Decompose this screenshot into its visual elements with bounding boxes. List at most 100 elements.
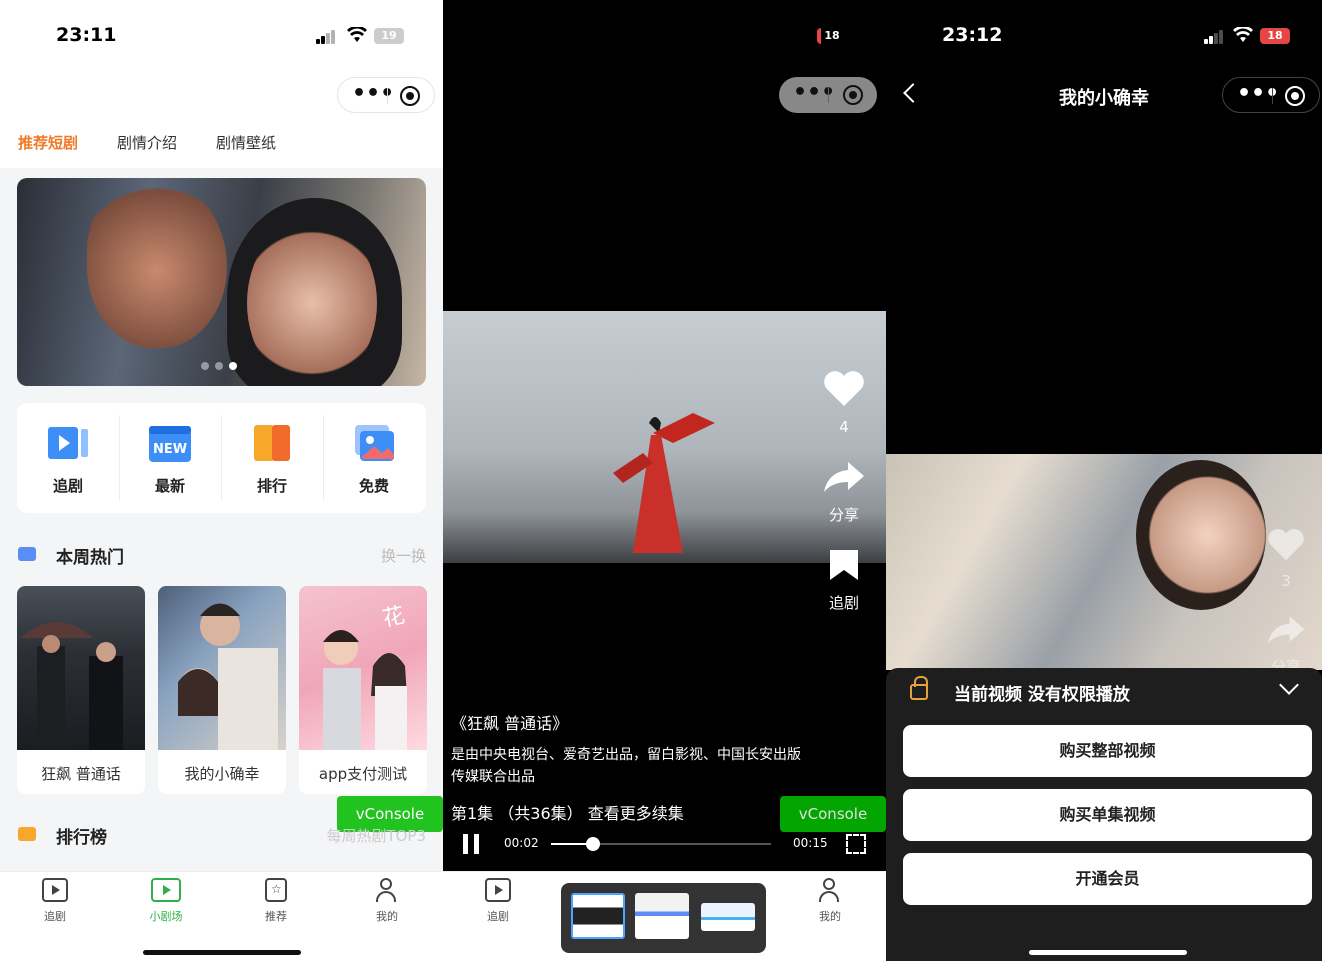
tab-wallpaper[interactable]: 剧情壁纸 xyxy=(216,132,276,153)
tabbar-follow[interactable]: 追剧 xyxy=(15,878,95,924)
tv-play-icon xyxy=(151,878,181,902)
duration: 00:15 xyxy=(793,836,828,850)
hot-section-header: 本周热门 换一换 xyxy=(18,543,426,568)
drama-card[interactable]: 我的小确幸 xyxy=(158,586,286,794)
drama-card[interactable]: 狂飙 普通话 xyxy=(17,586,145,794)
tabbar-theater[interactable]: 小剧场 xyxy=(126,878,206,924)
home-screen: 23:11 19 ••• 推荐短剧 剧情介绍 剧情壁纸 追剧 NEW 最新 排行 xyxy=(0,0,443,961)
more-icon[interactable]: ••• xyxy=(352,78,394,114)
battery-icon: 19 xyxy=(374,28,404,44)
heart-icon xyxy=(1268,529,1304,561)
video-player[interactable] xyxy=(443,311,886,563)
paywall-sheet: 当前视频 没有权限播放 购买整部视频 购买单集视频 开通会员 xyxy=(886,668,1322,961)
current-time: 00:02 xyxy=(504,836,539,850)
like-action[interactable]: 3 xyxy=(1264,528,1308,590)
drama-card[interactable]: 花 app支付测试 xyxy=(299,586,427,794)
user-icon xyxy=(817,878,843,902)
bookmark-icon xyxy=(830,550,858,580)
hot-section-icon xyxy=(18,547,36,561)
app-switcher xyxy=(561,883,766,953)
drama-poster: 花 xyxy=(299,586,427,750)
player-screen: 18 ••• 4 分享 追剧 《狂飙 普通话》 是由中央电视台、爱奇艺出品，留白… xyxy=(443,0,886,961)
rank-section-title: 排行榜 xyxy=(56,828,107,848)
paywall-title: 当前视频 没有权限播放 xyxy=(954,685,1130,705)
home-indicator xyxy=(143,950,301,955)
share-action[interactable]: 分享 xyxy=(822,460,866,525)
bookmark-star-icon: ☆ xyxy=(265,878,287,902)
tab-plot[interactable]: 剧情介绍 xyxy=(117,132,177,153)
rank-subtitle: 每周热剧TOP3 xyxy=(326,827,426,845)
drama-title: 狂飙 普通话 xyxy=(41,765,121,783)
drama-poster xyxy=(17,586,145,750)
open-membership-button[interactable]: 开通会员 xyxy=(903,853,1312,905)
tabbar-follow[interactable]: 追剧 xyxy=(458,878,538,924)
svg-text:NEW: NEW xyxy=(153,442,187,457)
more-icon[interactable]: ••• xyxy=(793,77,835,113)
play-square-icon xyxy=(42,878,68,902)
drama-title: 我的小确幸 xyxy=(184,765,260,783)
paywall-screen: 23:12 18 我的小确幸 ••• 3 分享 当前视频 没有权限播放 购买整部… xyxy=(886,0,1322,961)
wifi-icon xyxy=(347,27,367,42)
banner-carousel[interactable] xyxy=(17,178,426,386)
home-indicator xyxy=(1029,950,1187,955)
status-bar: 23:12 18 xyxy=(886,22,1322,50)
signal-icon xyxy=(1204,30,1224,44)
svg-text:花: 花 xyxy=(380,603,407,632)
wifi-icon xyxy=(1233,27,1253,42)
video-player[interactable] xyxy=(886,454,1322,670)
tabbar-mine[interactable]: 我的 xyxy=(347,878,427,924)
banner-image xyxy=(87,178,227,348)
miniprogram-capsule: ••• xyxy=(1222,77,1320,113)
share-label: 分享 xyxy=(828,506,859,524)
share-icon xyxy=(824,462,864,492)
drama-info: 《狂飙 普通话》 是由中央电视台、爱奇艺出品，留白影视、中国长安出版传媒联合出品… xyxy=(451,710,801,824)
like-count: 4 xyxy=(839,418,849,436)
fullscreen-icon[interactable] xyxy=(846,834,866,854)
close-miniprogram-icon[interactable] xyxy=(843,85,863,105)
collapse-chevron-icon[interactable] xyxy=(1279,675,1299,695)
rank-section-icon xyxy=(18,827,36,841)
miniprogram-capsule: ••• xyxy=(779,77,877,113)
progress-slider[interactable] xyxy=(551,837,771,851)
app-thumbnail[interactable] xyxy=(571,893,625,939)
quick-new[interactable]: NEW 最新 xyxy=(119,403,221,513)
user-icon xyxy=(374,878,400,902)
carousel-dots xyxy=(201,355,243,374)
follow-action[interactable]: 追剧 xyxy=(822,548,866,613)
battery-icon: 18 xyxy=(1260,28,1290,44)
video-frame xyxy=(613,413,715,553)
like-count: 3 xyxy=(1281,572,1291,590)
follow-label: 追剧 xyxy=(828,594,859,612)
tabbar-mine[interactable]: 我的 xyxy=(790,878,870,924)
drama-title: app支付测试 xyxy=(318,765,408,783)
rank-section-header: 排行榜 每周热剧TOP3 xyxy=(18,823,426,848)
player-controls: 00:02 00:15 xyxy=(443,826,886,860)
pause-icon[interactable] xyxy=(463,834,481,854)
buy-single-episode-button[interactable]: 购买单集视频 xyxy=(903,789,1312,841)
episode-selector[interactable]: 第1集 （共36集） 查看更多续集 xyxy=(451,800,801,824)
lock-icon xyxy=(910,676,928,700)
like-action[interactable]: 4 xyxy=(822,370,866,436)
heart-icon xyxy=(824,371,864,406)
app-thumbnail[interactable] xyxy=(635,893,689,939)
close-miniprogram-icon[interactable] xyxy=(400,86,420,106)
quick-follow[interactable]: 追剧 xyxy=(17,403,119,513)
hot-section-title: 本周热门 xyxy=(56,548,124,568)
app-thumbnail[interactable] xyxy=(701,903,755,931)
tab-recommend[interactable]: 推荐短剧 xyxy=(18,132,78,153)
quick-free[interactable]: 免费 xyxy=(323,403,425,513)
bottom-tabbar: 追剧 小剧场 ☆ 推荐 我的 xyxy=(0,871,443,961)
more-icon[interactable]: ••• xyxy=(1237,78,1279,114)
quick-rank[interactable]: 排行 xyxy=(221,403,323,513)
progress-knob[interactable] xyxy=(585,837,600,851)
status-time: 23:11 xyxy=(56,24,117,46)
close-miniprogram-icon[interactable] xyxy=(1285,86,1305,106)
buy-full-series-button[interactable]: 购买整部视频 xyxy=(903,725,1312,777)
battery-icon: 18 xyxy=(817,28,843,44)
quick-entries: 追剧 NEW 最新 排行 免费 xyxy=(17,403,426,513)
drama-description: 是由中央电视台、爱奇艺出品，留白影视、中国长安出版传媒联合出品 xyxy=(451,747,801,785)
refresh-link[interactable]: 换一换 xyxy=(381,545,426,566)
tabbar-recommend[interactable]: ☆ 推荐 xyxy=(236,878,316,924)
video-frame xyxy=(1136,460,1266,610)
picture-icon xyxy=(355,425,394,461)
